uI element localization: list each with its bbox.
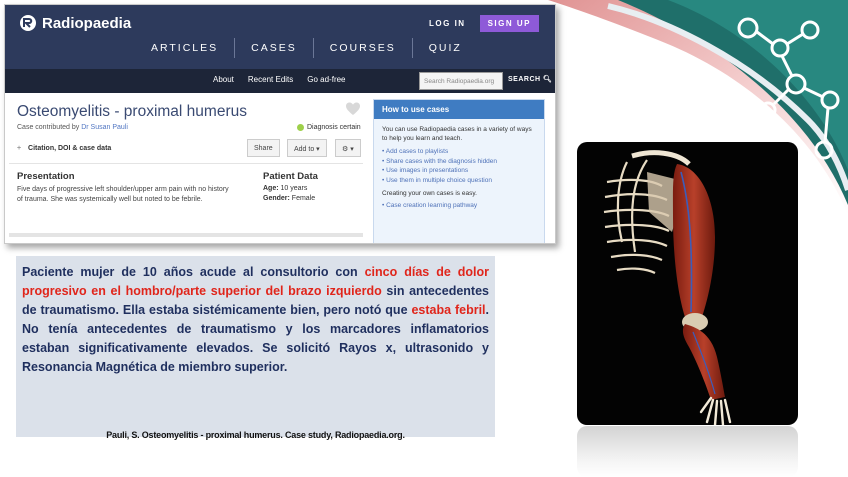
desc-highlight: estaba febril	[411, 303, 486, 317]
citation-toggle[interactable]: + Citation, DOI & case data	[17, 145, 111, 152]
nav-quiz[interactable]: QUIZ	[413, 38, 478, 58]
nav-courses[interactable]: COURSES	[314, 38, 412, 58]
presentation-text: Five days of progressive left shoulder/u…	[17, 186, 229, 203]
patient-age: Age: 10 years	[263, 185, 307, 192]
search-icon: 🔍︎	[543, 76, 553, 83]
gender-label: Gender:	[263, 195, 290, 202]
subnav-recent-edits[interactable]: Recent Edits	[248, 75, 293, 84]
subnav-about[interactable]: About	[213, 75, 234, 84]
diagnosis-status: Diagnosis certain	[297, 124, 361, 131]
case-description-box: Paciente mujer de 10 años acude al consu…	[16, 256, 495, 440]
signup-button[interactable]: SIGN UP	[479, 15, 539, 32]
age-label: Age:	[263, 185, 279, 192]
how-to-intro: You can use Radiopaedia cases in a varie…	[382, 126, 532, 142]
citation-label: Citation, DOI & case data	[28, 145, 112, 152]
logo-text: Radiopaedia	[42, 14, 132, 32]
heart-icon[interactable]	[345, 101, 361, 117]
desc-part: Paciente mujer de 10 años acude al consu…	[22, 265, 365, 279]
status-dot-icon	[297, 124, 304, 131]
subnav-go-ad-free[interactable]: Go ad-free	[307, 75, 345, 84]
plus-icon: +	[17, 145, 22, 152]
divider	[9, 163, 363, 164]
diagnosis-status-text: Diagnosis certain	[307, 124, 361, 131]
search-button-label: SEARCH	[508, 76, 541, 83]
how-to-item[interactable]: Use images in presentations	[382, 166, 536, 176]
nav-articles[interactable]: ARTICLES	[135, 38, 234, 58]
radiopaedia-screenshot: Radiopaedia LOG IN SIGN UP ARTICLES CASE…	[4, 4, 556, 244]
how-to-item[interactable]: Share cases with the diagnosis hidden	[382, 157, 536, 167]
how-to-item[interactable]: Use them in multiple choice question	[382, 176, 536, 186]
presentation-heading: Presentation	[17, 171, 75, 182]
main-nav: ARTICLES CASES COURSES QUIZ	[135, 38, 478, 58]
sub-nav: About Recent Edits Go ad-free Search Rad…	[5, 69, 555, 93]
search-button[interactable]: SEARCH 🔍︎	[508, 75, 552, 83]
search-input[interactable]: Search Radiopaedia.org	[419, 72, 503, 90]
site-header: Radiopaedia LOG IN SIGN UP ARTICLES CASE…	[5, 5, 555, 69]
creating-cases-text: Creating your own cases is easy.	[382, 190, 477, 197]
age-value: 10 years	[280, 185, 308, 192]
author-link[interactable]: Dr Susan Pauli	[81, 124, 128, 131]
contributor-prefix: Case contributed by	[17, 124, 80, 131]
divider	[9, 233, 363, 237]
slide: Radiopaedia LOG IN SIGN UP ARTICLES CASE…	[0, 0, 848, 477]
login-link[interactable]: LOG IN	[423, 16, 472, 31]
how-to-use-panel: How to use cases You can use Radiopaedia…	[373, 99, 545, 243]
case-title: Osteomyelitis - proximal humerus	[17, 103, 247, 120]
add-to-button[interactable]: Add to ▾	[287, 139, 327, 157]
pathway-link[interactable]: Case creation learning pathway	[382, 202, 536, 209]
patient-data-heading: Patient Data	[263, 171, 318, 182]
share-button[interactable]: Share	[247, 139, 280, 157]
patient-gender: Gender: Female	[263, 195, 315, 202]
arm-anatomy-image	[577, 142, 798, 425]
settings-button[interactable]: ⚙ ▾	[335, 139, 361, 157]
image-reflection	[577, 426, 798, 477]
pathway-list: Case creation learning pathway	[374, 197, 544, 209]
gender-value: Female	[291, 195, 316, 202]
site-logo[interactable]: Radiopaedia	[19, 14, 131, 32]
how-to-list: Add cases to playlists Share cases with …	[374, 143, 544, 185]
how-to-heading: How to use cases	[374, 100, 544, 119]
arm-anatomy-illustration	[603, 150, 732, 425]
case-contributor: Case contributed by Dr Susan Pauli	[17, 124, 128, 131]
case-page: Osteomyelitis - proximal humerus Case co…	[5, 93, 555, 243]
nav-cases[interactable]: CASES	[235, 38, 313, 58]
case-description: Paciente mujer de 10 años acude al consu…	[22, 263, 489, 377]
source-credit: Pauli, S. Osteomyelitis - proximal humer…	[106, 430, 405, 440]
radiopaedia-logo-icon	[20, 15, 36, 31]
how-to-item[interactable]: Add cases to playlists	[382, 147, 536, 157]
